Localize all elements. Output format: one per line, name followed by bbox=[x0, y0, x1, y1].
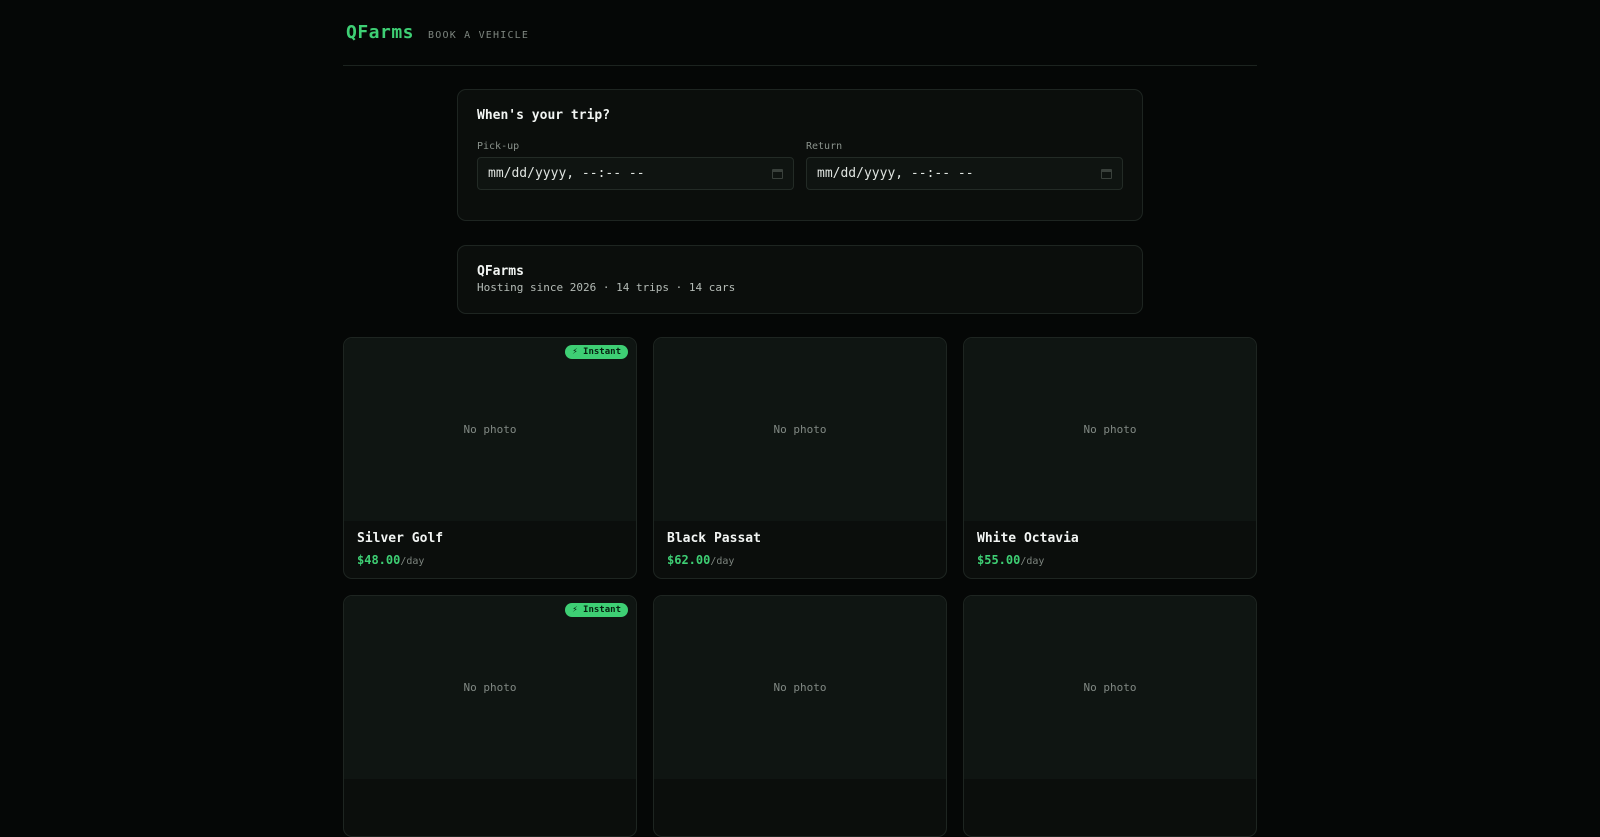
instant-book-badge: ⚡ Instant bbox=[565, 345, 628, 359]
return-label: Return bbox=[806, 141, 843, 152]
vehicle-photo-placeholder: No photo bbox=[344, 338, 636, 521]
pickup-datetime-input[interactable]: mm/dd/yyyy, --:-- -- bbox=[477, 157, 794, 190]
vehicle-photo-placeholder: No photo bbox=[964, 596, 1256, 779]
price-unit: /day bbox=[1020, 556, 1045, 567]
vehicle-price: $48.00 bbox=[357, 553, 401, 567]
vehicle-photo-placeholder: No photo bbox=[344, 596, 636, 779]
vehicle-grid: No photo ⚡ Instant Silver Golf $48.00/day No… bbox=[343, 337, 1257, 837]
return-datetime-input[interactable]: mm/dd/yyyy, --:-- -- bbox=[806, 157, 1123, 190]
host-card: QFarms Hosting since 2026 · 14 trips · 1… bbox=[457, 245, 1143, 314]
vehicle-card[interactable]: No photo ⚡ Instant bbox=[343, 595, 637, 837]
pickup-field: Pick-up mm/dd/yyyy, --:-- -- bbox=[477, 141, 794, 190]
vehicle-price-row: $55.00/day bbox=[977, 549, 1243, 568]
vehicle-price-row: $62.00/day bbox=[667, 549, 933, 568]
vehicle-name: White Octavia bbox=[977, 531, 1079, 546]
vehicle-card[interactable]: No photo bbox=[653, 595, 947, 837]
vehicle-card[interactable]: No photo bbox=[963, 595, 1257, 837]
price-unit: /day bbox=[400, 556, 425, 567]
calendar-icon[interactable] bbox=[772, 168, 783, 179]
vehicle-card[interactable]: No photo White Octavia $55.00/day bbox=[963, 337, 1257, 579]
return-field: Return mm/dd/yyyy, --:-- -- bbox=[806, 141, 1123, 190]
trip-title: When's your trip? bbox=[477, 108, 611, 123]
page-header: QFarms BOOK A VEHICLE bbox=[343, 22, 1257, 66]
price-unit: /day bbox=[710, 556, 735, 567]
return-input-value: mm/dd/yyyy, --:-- -- bbox=[817, 166, 974, 181]
calendar-icon[interactable] bbox=[1101, 168, 1112, 179]
trip-dates-card: When's your trip? Pick-up mm/dd/yyyy, --… bbox=[457, 89, 1143, 221]
pickup-input-value: mm/dd/yyyy, --:-- -- bbox=[488, 166, 645, 181]
vehicle-info bbox=[344, 779, 636, 802]
vehicle-price-row: $48.00/day bbox=[357, 549, 623, 568]
vehicle-info: White Octavia $55.00/day bbox=[964, 521, 1256, 578]
host-meta: Hosting since 2026 · 14 trips · 14 cars bbox=[477, 281, 736, 294]
vehicle-card[interactable]: No photo Black Passat $62.00/day bbox=[653, 337, 947, 579]
vehicle-photo-placeholder: No photo bbox=[654, 596, 946, 779]
host-name: QFarms bbox=[477, 264, 524, 279]
vehicle-info: Black Passat $62.00/day bbox=[654, 521, 946, 578]
pickup-label: Pick-up bbox=[477, 141, 520, 152]
vehicle-info: Silver Golf $48.00/day bbox=[344, 521, 636, 578]
vehicle-price: $62.00 bbox=[667, 553, 711, 567]
vehicle-name: Silver Golf bbox=[357, 531, 444, 546]
vehicle-photo-placeholder: No photo bbox=[654, 338, 946, 521]
vehicle-price: $55.00 bbox=[977, 553, 1021, 567]
vehicle-info bbox=[964, 779, 1256, 802]
vehicle-name: Black Passat bbox=[667, 531, 761, 546]
page-subtitle: BOOK A VEHICLE bbox=[428, 30, 530, 41]
date-fields: Pick-up mm/dd/yyyy, --:-- -- Return mm/d… bbox=[477, 141, 1123, 190]
instant-book-badge: ⚡ Instant bbox=[565, 603, 628, 617]
vehicle-info bbox=[654, 779, 946, 802]
vehicle-card[interactable]: No photo ⚡ Instant Silver Golf $48.00/day bbox=[343, 337, 637, 579]
vehicle-photo-placeholder: No photo bbox=[964, 338, 1256, 521]
brand-logo[interactable]: QFarms bbox=[346, 22, 414, 43]
